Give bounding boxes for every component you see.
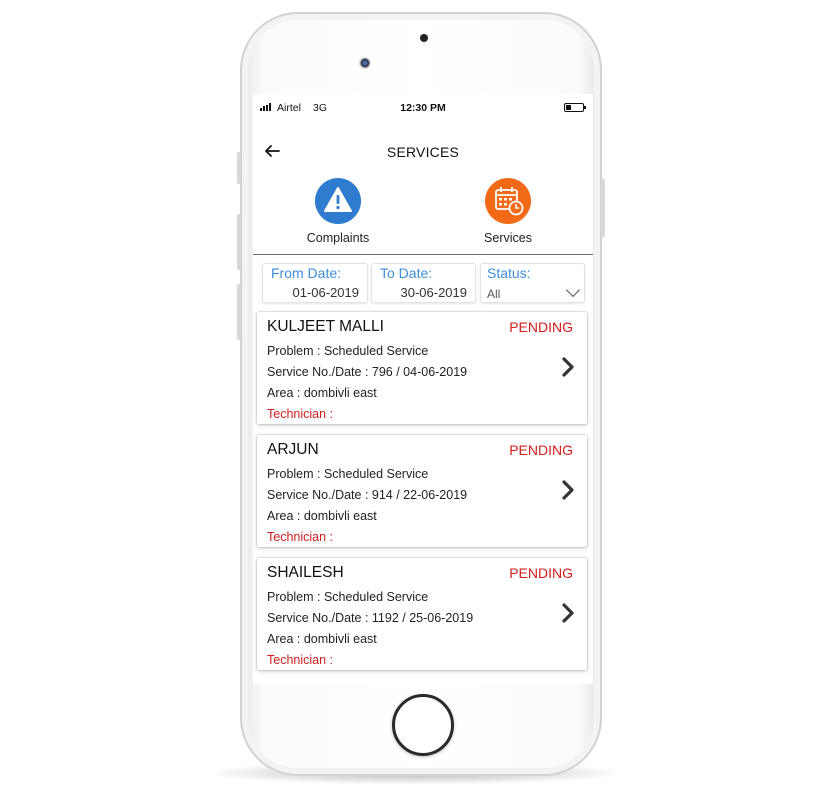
from-date-label: From Date: xyxy=(271,265,342,281)
clock: 12:30 PM xyxy=(400,102,446,114)
category-tabs: Complaints Services xyxy=(253,178,593,255)
to-date-value: 30-06-2019 xyxy=(400,285,468,300)
area-text: Area : dombivli east xyxy=(267,509,377,523)
problem-text: Problem : Scheduled Service xyxy=(267,467,429,481)
tab-complaints-label: Complaints xyxy=(306,231,370,245)
tab-complaints[interactable]: Complaints xyxy=(278,178,398,245)
tab-services-label: Services xyxy=(484,231,532,245)
services-icon-circle xyxy=(485,178,531,224)
from-date-value: 01-06-2019 xyxy=(292,285,360,300)
warning-icon xyxy=(324,187,352,212)
problem-text: Problem : Scheduled Service xyxy=(267,590,429,604)
tab-services[interactable]: Services xyxy=(448,178,568,245)
area-text: Area : dombivli east xyxy=(267,632,377,646)
chevron-right-icon[interactable] xyxy=(559,479,577,501)
complaints-icon-circle xyxy=(315,178,361,224)
customer-name: KULJEET MALLI xyxy=(267,318,384,335)
status-label: Status: xyxy=(487,265,531,281)
technician-text: Technician : xyxy=(267,530,334,544)
to-date-picker[interactable]: To Date: 30-06-2019 xyxy=(372,264,475,302)
filter-bar: From Date: 01-06-2019 To Date: 30-06-201… xyxy=(261,264,585,304)
status-dropdown[interactable]: Status: All xyxy=(481,264,584,302)
power-button xyxy=(601,179,605,237)
technician-text: Technician : xyxy=(267,407,334,421)
service-card[interactable]: SHAILESH PENDING Problem : Scheduled Ser… xyxy=(257,558,587,670)
status-bar: Airtel 3G 12:30 PM xyxy=(253,100,593,116)
earpiece xyxy=(420,34,428,42)
customer-name: ARJUN xyxy=(267,441,319,458)
technician-text: Technician : xyxy=(267,653,334,667)
customer-name: SHAILESH xyxy=(267,564,344,581)
service-number-date: Service No./Date : 796 / 04-06-2019 xyxy=(267,365,468,379)
service-card[interactable]: KULJEET MALLI PENDING Problem : Schedule… xyxy=(257,312,587,424)
service-number-date: Service No./Date : 1192 / 25-06-2019 xyxy=(267,611,474,625)
status-badge: PENDING xyxy=(509,442,573,458)
battery-icon xyxy=(564,103,586,112)
app-screen: Airtel 3G 12:30 PM SERVICES Complaints S… xyxy=(253,94,593,684)
chevron-down-icon xyxy=(565,282,581,298)
mute-switch xyxy=(237,152,241,184)
front-camera xyxy=(359,57,371,69)
from-date-picker[interactable]: From Date: 01-06-2019 xyxy=(263,264,367,302)
volume-down-button xyxy=(237,284,241,340)
page-title: SERVICES xyxy=(386,144,460,160)
chevron-right-icon[interactable] xyxy=(559,356,577,378)
problem-text: Problem : Scheduled Service xyxy=(267,344,429,358)
home-button[interactable] xyxy=(392,694,454,756)
service-card[interactable]: ARJUN PENDING Problem : Scheduled Servic… xyxy=(257,435,587,547)
calendar-clock-icon xyxy=(495,187,524,216)
status-badge: PENDING xyxy=(509,319,573,335)
service-number-date: Service No./Date : 914 / 22-06-2019 xyxy=(267,488,468,502)
area-text: Area : dombivli east xyxy=(267,386,377,400)
chevron-right-icon[interactable] xyxy=(559,602,577,624)
status-badge: PENDING xyxy=(509,565,573,581)
volume-up-button xyxy=(237,214,241,270)
status-value: All xyxy=(487,287,501,301)
to-date-label: To Date: xyxy=(380,265,433,281)
app-header: SERVICES xyxy=(253,134,593,170)
